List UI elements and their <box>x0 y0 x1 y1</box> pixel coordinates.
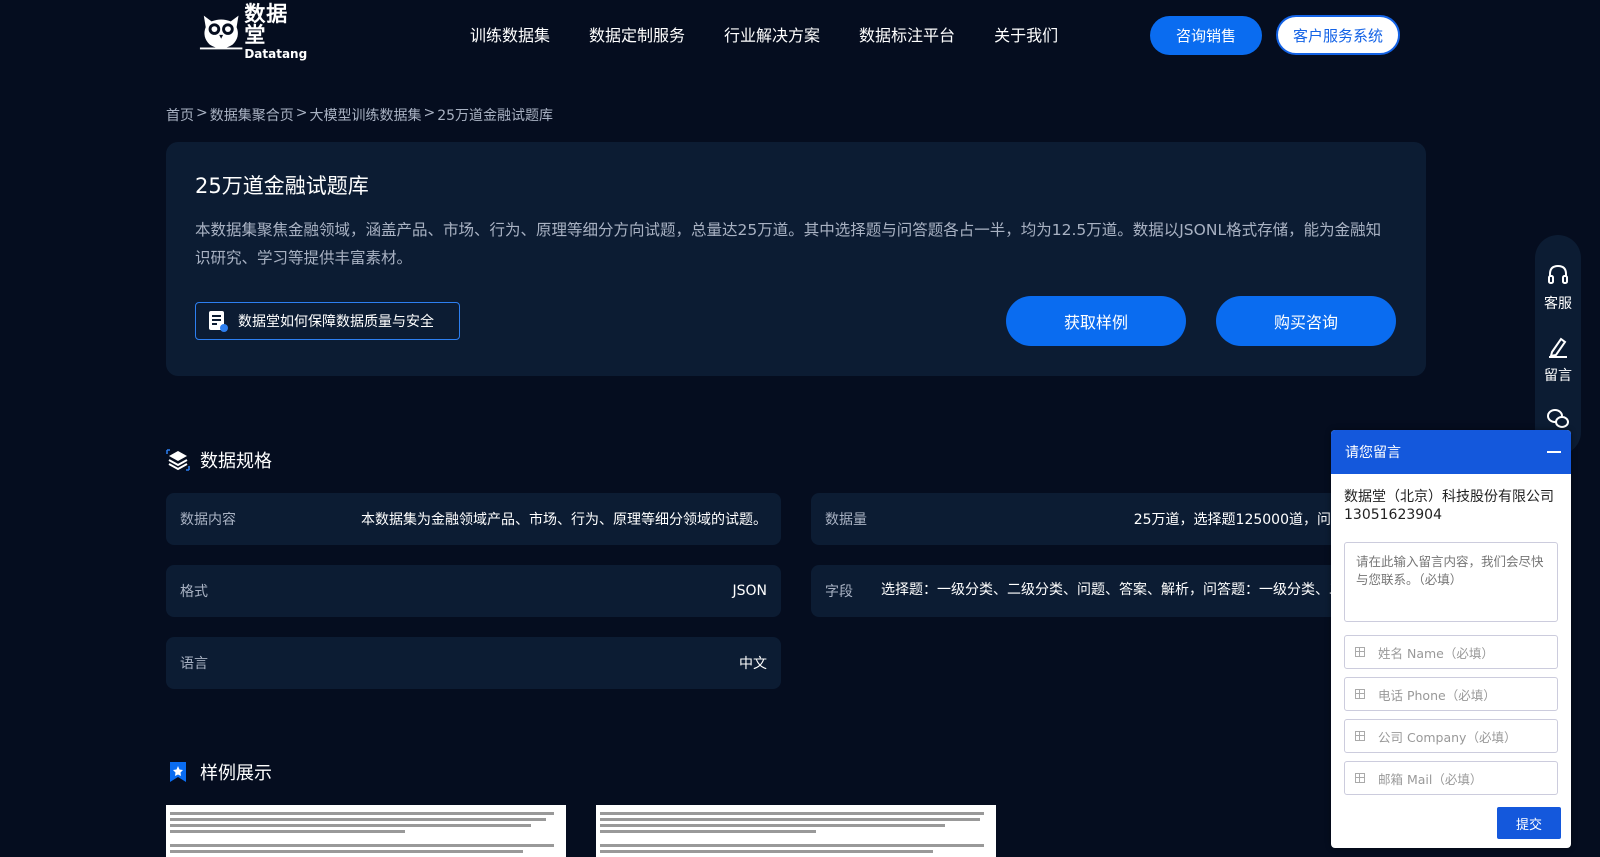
spec-value: 选择题：一级分类、二级分类、问题、答案、解析，问答题：一级分类、二 <box>881 582 1343 598</box>
company-info: 数据堂（北京）科技股份有限公司 13051623904 <box>1344 488 1554 524</box>
breadcrumb-current: 25万道金融试题库 <box>437 108 554 124</box>
phone-placeholder: 电话 Phone（必填） <box>1378 687 1496 703</box>
top-header: 数据堂 Datatang 训练数据集 数据定制服务 行业解决方案 数据标注平台 … <box>0 0 1600 70</box>
wechat-icon <box>1547 409 1569 428</box>
nav-training-datasets[interactable]: 训练数据集 <box>470 22 550 46</box>
breadcrumb-llm-datasets[interactable]: 大模型训练数据集 <box>309 105 421 125</box>
sidebar-message[interactable]: 留言 <box>1535 335 1581 385</box>
field-icon <box>1355 731 1365 741</box>
message-content-input[interactable] <box>1344 542 1558 622</box>
spec-value: JSON <box>732 583 767 599</box>
field-icon <box>1355 647 1365 657</box>
breadcrumb-separator: > <box>196 105 208 121</box>
leave-message-title: 请您留言 <box>1345 445 1401 461</box>
company-placeholder: 公司 Company（必填） <box>1378 729 1517 745</box>
specs-section-title: 数据规格 <box>200 451 272 472</box>
get-sample-button[interactable]: 获取样例 <box>1006 296 1186 346</box>
spec-label: 字段 <box>825 584 853 600</box>
breadcrumb-home[interactable]: 首页 <box>166 105 194 125</box>
data-quality-label: 数据堂如何保障数据质量与安全 <box>238 314 434 330</box>
purchase-consult-button[interactable]: 购买咨询 <box>1216 296 1396 346</box>
dataset-title: 25万道金融试题库 <box>195 174 369 198</box>
layers-icon <box>166 449 190 471</box>
logo-en-text: Datatang <box>244 47 308 61</box>
spec-value: 本数据集为金融领域产品、市场、行为、原理等细分领域的试题。 <box>361 512 767 528</box>
pen-write-icon <box>1549 337 1567 358</box>
spec-data-content: 数据内容 本数据集为金融领域产品、市场、行为、原理等细分领域的试题。 <box>166 493 781 545</box>
breadcrumb-separator: > <box>423 105 436 121</box>
name-field[interactable]: 姓名 Name（必填） <box>1344 635 1558 669</box>
spec-format: 格式 JSON <box>166 565 781 617</box>
nav-custom-data-service[interactable]: 数据定制服务 <box>589 22 685 46</box>
data-quality-security-button[interactable]: 数据堂如何保障数据质量与安全 <box>195 302 460 340</box>
spec-value: 中文 <box>739 656 767 672</box>
datatang-logo[interactable]: 数据堂 Datatang <box>198 4 308 60</box>
name-placeholder: 姓名 Name（必填） <box>1378 645 1494 661</box>
spec-label: 数据内容 <box>180 512 236 528</box>
spec-language: 语言 中文 <box>166 637 781 689</box>
spec-value: 25万道，选择题125000道，问答 <box>1133 512 1345 528</box>
breadcrumb: 首页 > 数据集聚合页 > 大模型训练数据集 > 25万道金融试题库 <box>166 105 553 125</box>
consult-sales-button[interactable]: 咨询销售 <box>1150 16 1262 55</box>
document-shield-icon <box>209 311 228 332</box>
headset-icon <box>1548 264 1568 284</box>
logo-cn-text: 数据堂 <box>244 2 289 47</box>
breadcrumb-separator: > <box>295 105 308 121</box>
phone-field[interactable]: 电话 Phone（必填） <box>1344 677 1558 711</box>
dataset-description: 本数据集聚焦金融领域，涵盖产品、市场、行为、原理等细分方向试题，总量达25万道。… <box>195 221 1382 267</box>
breadcrumb-aggregation[interactable]: 数据集聚合页 <box>210 105 294 125</box>
field-icon <box>1355 773 1365 783</box>
dataset-hero-card: 25万道金融试题库 本数据集聚焦金融领域，涵盖产品、市场、行为、原理等细分方向试… <box>166 142 1426 376</box>
side-toolbar: 客服 留言 <box>1535 235 1581 455</box>
customer-service-button[interactable]: 客户服务系统 <box>1276 15 1400 55</box>
leave-message-header: 请您留言 <box>1331 430 1571 474</box>
nav-annotation-platform[interactable]: 数据标注平台 <box>859 22 955 46</box>
samples-section-title: 样例展示 <box>200 763 272 784</box>
sidebar-message-label: 留言 <box>1544 368 1572 384</box>
company-field[interactable]: 公司 Company（必填） <box>1344 719 1558 753</box>
spec-fields: 字段 选择题：一级分类、二级分类、问题、答案、解析，问答题：一级分类、二 <box>811 565 1359 617</box>
nav-industry-solutions[interactable]: 行业解决方案 <box>724 22 820 46</box>
field-icon <box>1355 689 1365 699</box>
main-nav: 训练数据集 数据定制服务 行业解决方案 数据标注平台 关于我们 <box>470 22 1097 46</box>
sidebar-customer-service-label: 客服 <box>1544 296 1572 312</box>
samples-section-header: 样例展示 <box>166 759 272 785</box>
nav-about-us[interactable]: 关于我们 <box>994 22 1058 46</box>
email-field[interactable]: 邮箱 Mail（必填） <box>1344 761 1558 795</box>
bookmark-star-icon <box>170 762 186 782</box>
spec-data-volume: 数据量 25万道，选择题125000道，问答 <box>811 493 1359 545</box>
minimize-icon[interactable] <box>1547 451 1561 453</box>
company-name: 数据堂（北京）科技股份有限公司 <box>1344 489 1554 505</box>
submit-button[interactable]: 提交 <box>1497 807 1561 839</box>
email-placeholder: 邮箱 Mail（必填） <box>1378 771 1483 787</box>
spec-label: 数据量 <box>825 512 867 528</box>
specs-section-header: 数据规格 <box>166 447 272 473</box>
company-phone: 13051623904 <box>1344 507 1442 523</box>
owl-logo-icon <box>199 15 243 50</box>
sidebar-customer-service[interactable]: 客服 <box>1535 263 1581 313</box>
leave-message-widget: 请您留言 数据堂（北京）科技股份有限公司 13051623904 姓名 Name… <box>1331 430 1571 848</box>
sample-image-2[interactable] <box>596 805 996 857</box>
sample-image-1[interactable] <box>166 805 566 857</box>
spec-label: 格式 <box>180 584 208 600</box>
spec-label: 语言 <box>180 656 208 672</box>
